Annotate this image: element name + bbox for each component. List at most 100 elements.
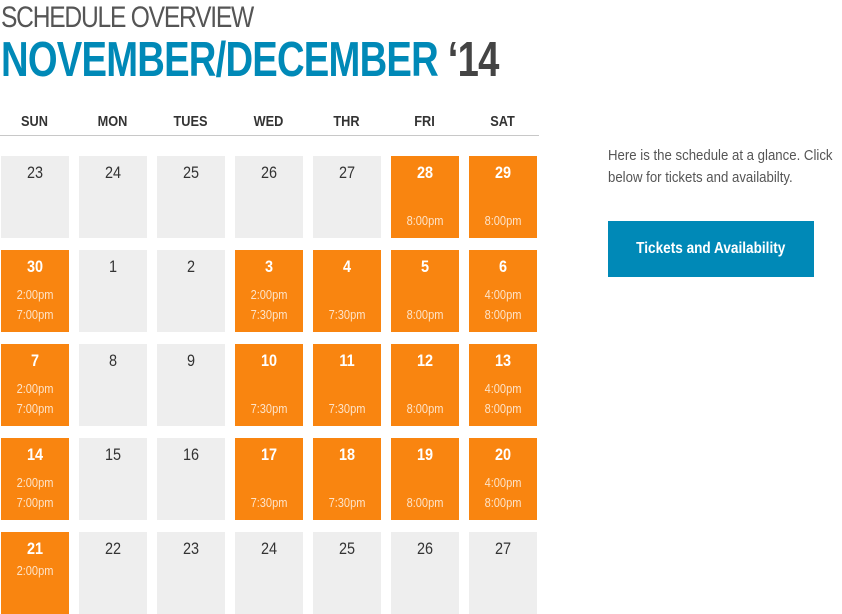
show-time: 7:30pm xyxy=(328,401,366,416)
day-number: 23 xyxy=(182,539,200,558)
calendar-day: 26 xyxy=(391,532,459,614)
day-number: 29 xyxy=(494,163,512,182)
calendar-day-event[interactable]: 14 2:00pm 7:00pm xyxy=(1,438,69,520)
day-of-week-sat: SAT xyxy=(490,113,515,130)
tickets-and-availability-button[interactable]: Tickets and Availability xyxy=(608,221,814,277)
day-number: 25 xyxy=(338,539,356,558)
day-number: 19 xyxy=(416,445,434,464)
title-year: ‘14 xyxy=(447,33,500,87)
calendar-day-event[interactable]: 20 4:00pm 8:00pm xyxy=(469,438,537,520)
show-time: 7:30pm xyxy=(328,495,366,510)
day-of-week-thr: THR xyxy=(333,113,360,130)
day-number: 10 xyxy=(260,351,278,370)
show-time: 2:00pm xyxy=(16,563,54,578)
calendar-day: 24 xyxy=(79,156,147,238)
calendar-day-event[interactable]: 12 8:00pm xyxy=(391,344,459,426)
show-times: 2:00pm xyxy=(6,561,64,581)
day-number: 11 xyxy=(339,351,355,370)
calendar-day-event[interactable]: 28 8:00pm xyxy=(391,156,459,238)
show-time: 7:30pm xyxy=(328,307,366,322)
days-of-week-header: SUN MON TUES WED THR FRI SAT xyxy=(0,113,539,136)
day-number: 28 xyxy=(416,163,434,182)
show-times: 4:00pm 8:00pm xyxy=(474,285,532,325)
calendar-day: 8 xyxy=(79,344,147,426)
show-time: 4:00pm xyxy=(484,475,522,490)
calendar-day-event[interactable]: 19 8:00pm xyxy=(391,438,459,520)
calendar-day: 27 xyxy=(313,156,381,238)
day-number: 4 xyxy=(342,257,352,276)
show-time: 8:00pm xyxy=(484,401,522,416)
calendar-day-event[interactable]: 30 2:00pm 7:00pm xyxy=(1,250,69,332)
day-number: 9 xyxy=(186,351,196,370)
day-number: 2 xyxy=(186,257,196,276)
calendar-day-event[interactable]: 5 8:00pm xyxy=(391,250,459,332)
calendar-day: 25 xyxy=(157,156,225,238)
show-time: 7:00pm xyxy=(16,307,54,322)
day-of-week-wed: WED xyxy=(253,113,284,130)
show-time: 2:00pm xyxy=(16,287,54,302)
day-number: 23 xyxy=(26,163,44,182)
show-times: 2:00pm 7:00pm xyxy=(6,473,64,513)
calendar-day: 25 xyxy=(313,532,381,614)
calendar-day-event[interactable]: 6 4:00pm 8:00pm xyxy=(469,250,537,332)
day-number: 6 xyxy=(498,257,508,276)
day-number: 25 xyxy=(182,163,200,182)
show-time: 8:00pm xyxy=(406,401,444,416)
calendar-day: 24 xyxy=(235,532,303,614)
calendar-day: 23 xyxy=(1,156,69,238)
day-number: 7 xyxy=(30,351,40,370)
show-times: 7:30pm xyxy=(318,305,376,325)
page-title: NOVEMBER/DECEMBER ‘14 xyxy=(1,32,499,88)
show-time: 4:00pm xyxy=(484,381,522,396)
day-number: 16 xyxy=(182,445,200,464)
show-times: 8:00pm xyxy=(396,211,454,231)
day-number: 21 xyxy=(26,539,44,558)
show-time: 8:00pm xyxy=(406,495,444,510)
show-time: 8:00pm xyxy=(484,213,522,228)
calendar-day-event[interactable]: 21 2:00pm xyxy=(1,532,69,614)
day-number: 1 xyxy=(108,257,118,276)
day-of-week-tues: TUES xyxy=(173,113,208,130)
title-months: NOVEMBER/DECEMBER xyxy=(1,33,439,87)
day-number: 14 xyxy=(26,445,44,464)
day-number: 20 xyxy=(494,445,512,464)
calendar-day-event[interactable]: 3 2:00pm 7:30pm xyxy=(235,250,303,332)
show-time: 7:00pm xyxy=(16,495,54,510)
calendar-day-event[interactable]: 29 8:00pm xyxy=(469,156,537,238)
calendar-day-event[interactable]: 13 4:00pm 8:00pm xyxy=(469,344,537,426)
day-number: 24 xyxy=(104,163,122,182)
calendar-day-event[interactable]: 18 7:30pm xyxy=(313,438,381,520)
show-times: 2:00pm 7:00pm xyxy=(6,379,64,419)
calendar-day: 27 xyxy=(469,532,537,614)
calendar-day-event[interactable]: 17 7:30pm xyxy=(235,438,303,520)
day-number: 27 xyxy=(494,539,512,558)
calendar-day-event[interactable]: 10 7:30pm xyxy=(235,344,303,426)
show-time: 2:00pm xyxy=(250,287,288,302)
show-times: 8:00pm xyxy=(396,493,454,513)
page-subtitle: SCHEDULE OVERVIEW xyxy=(1,1,254,34)
show-times: 4:00pm 8:00pm xyxy=(474,473,532,513)
show-times: 7:30pm xyxy=(240,399,298,419)
calendar-day-event[interactable]: 4 7:30pm xyxy=(313,250,381,332)
show-time: 7:30pm xyxy=(250,307,288,322)
calendar-day-event[interactable]: 7 2:00pm 7:00pm xyxy=(1,344,69,426)
day-number: 13 xyxy=(494,351,512,370)
day-of-week-fri: FRI xyxy=(414,113,435,130)
calendar-day: 16 xyxy=(157,438,225,520)
description-line-2: below for tickets and availabilty. xyxy=(608,169,793,186)
day-number: 18 xyxy=(338,445,356,464)
day-of-week-sun: SUN xyxy=(21,113,48,130)
calendar-day: 2 xyxy=(157,250,225,332)
show-time: 8:00pm xyxy=(406,213,444,228)
show-time: 7:30pm xyxy=(250,401,288,416)
show-times: 8:00pm xyxy=(396,305,454,325)
day-of-week-mon: MON xyxy=(97,113,128,130)
show-time: 2:00pm xyxy=(16,381,54,396)
show-time: 4:00pm xyxy=(484,287,522,302)
day-number: 26 xyxy=(260,163,278,182)
show-times: 7:30pm xyxy=(240,493,298,513)
day-number: 27 xyxy=(338,163,356,182)
show-times: 2:00pm 7:30pm xyxy=(240,285,298,325)
calendar-day-event[interactable]: 11 7:30pm xyxy=(313,344,381,426)
day-number: 5 xyxy=(420,257,430,276)
